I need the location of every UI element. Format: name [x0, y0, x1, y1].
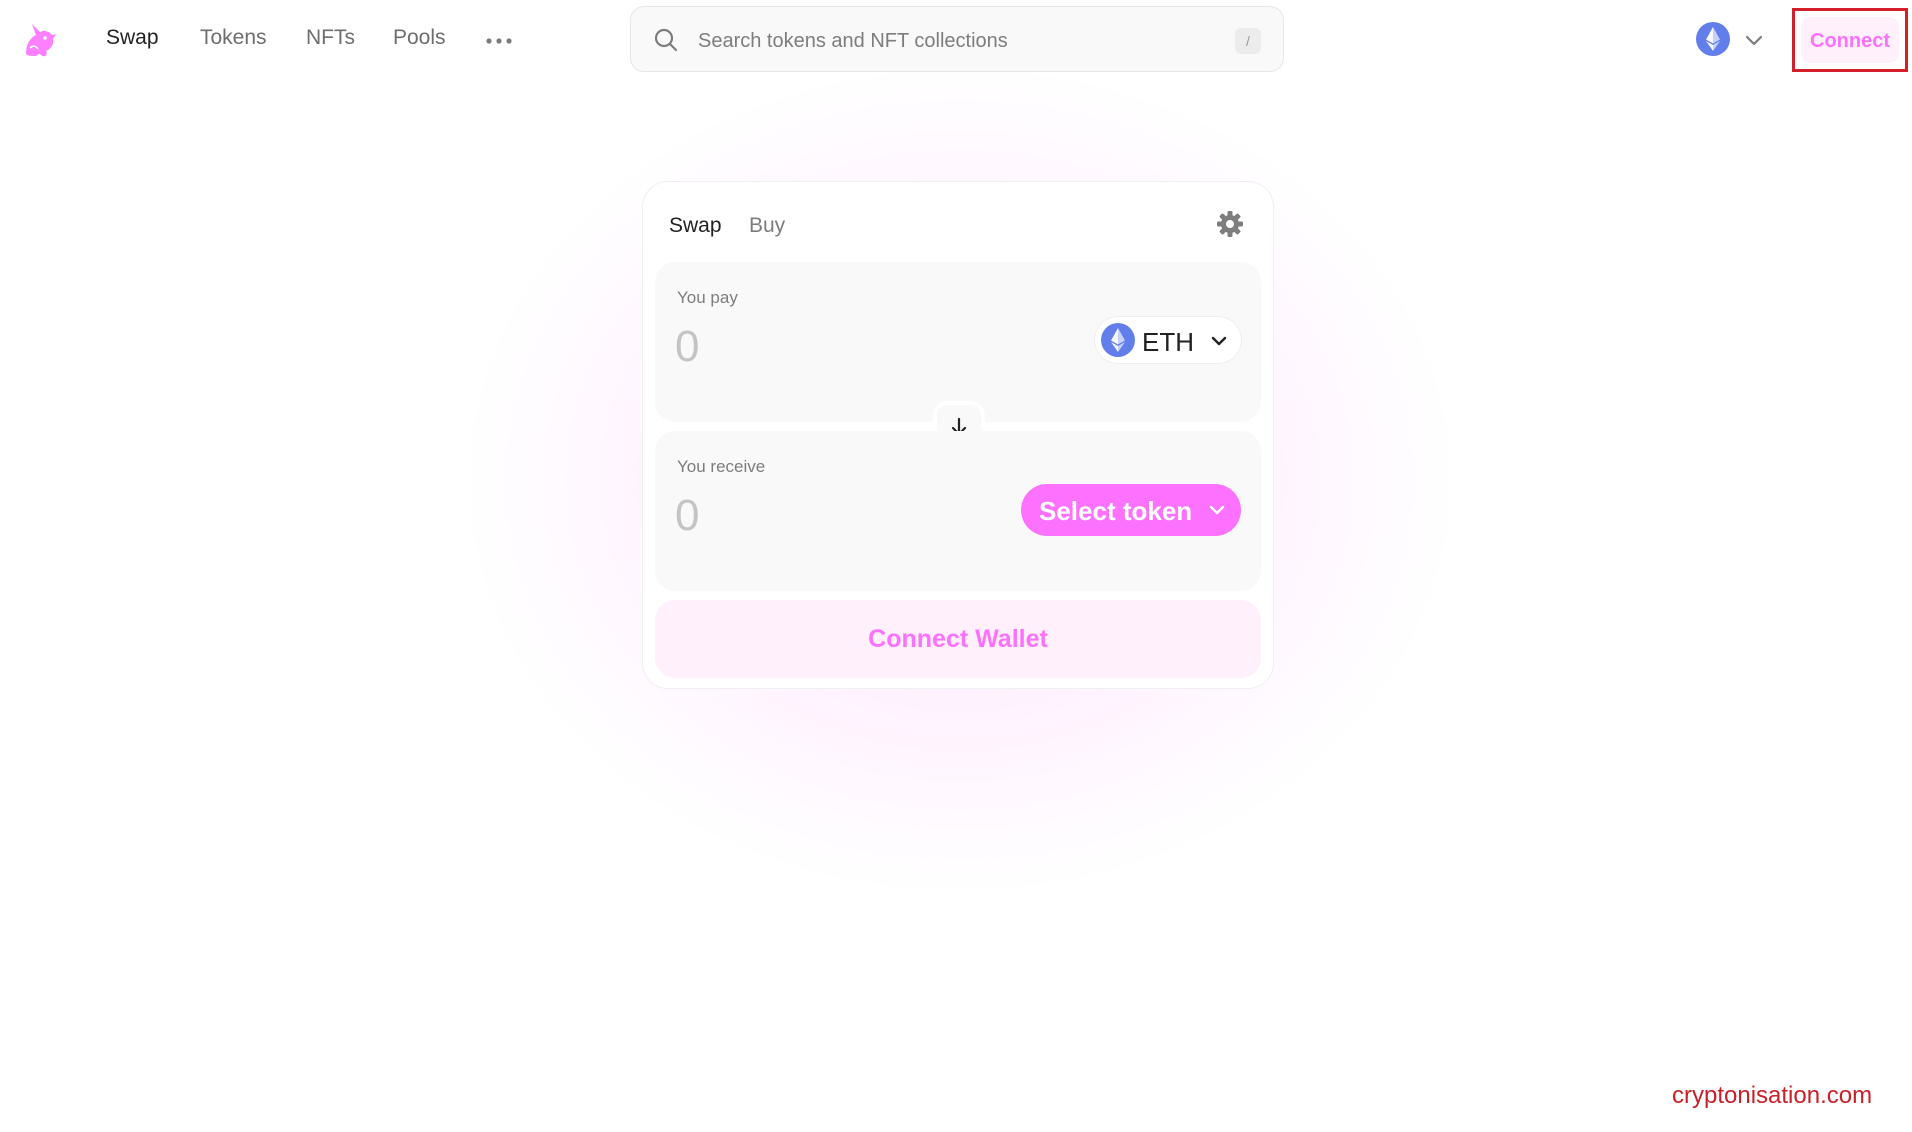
connect-wallet-label: Connect Wallet — [868, 625, 1048, 653]
nav-link-swap[interactable]: Swap — [106, 26, 159, 50]
connect-wallet-button[interactable]: Connect Wallet — [655, 600, 1261, 678]
search-icon — [653, 27, 679, 53]
ethereum-icon — [1101, 323, 1135, 357]
connect-button[interactable]: Connect — [1792, 8, 1908, 72]
tab-swap[interactable]: Swap — [669, 214, 722, 238]
gear-icon[interactable] — [1215, 209, 1245, 239]
receive-amount-input[interactable] — [675, 486, 975, 546]
nav-link-tokens[interactable]: Tokens — [200, 26, 267, 50]
ethereum-icon — [1696, 22, 1730, 56]
search-input[interactable] — [696, 21, 1200, 61]
pay-amount-input[interactable] — [675, 317, 975, 377]
nav-link-pools[interactable]: Pools — [393, 26, 446, 50]
uniswap-logo-icon[interactable] — [18, 18, 60, 60]
top-navbar: Swap Tokens NFTs Pools / — [0, 0, 1912, 80]
receive-label: You receive — [677, 457, 766, 476]
pay-token-symbol: ETH — [1142, 327, 1194, 357]
chevron-down-icon — [1207, 500, 1227, 520]
pay-token-selector[interactable]: ETH — [1095, 317, 1241, 363]
tab-buy[interactable]: Buy — [749, 214, 785, 238]
pay-label: You pay — [677, 288, 738, 307]
network-selector[interactable] — [1692, 18, 1770, 60]
receive-panel: You receive Select token — [655, 431, 1261, 591]
watermark-text: cryptonisation.com — [1672, 1082, 1873, 1109]
swap-card: Swap Buy You pay 0 ETH You receive 0 Sel… — [642, 181, 1274, 689]
pay-panel: You pay ETH — [655, 262, 1261, 422]
chevron-down-icon — [1209, 331, 1229, 351]
connect-button-label: Connect — [1810, 30, 1890, 52]
select-token-label: Select token — [1039, 496, 1193, 526]
more-dots-icon[interactable] — [485, 32, 513, 44]
search-bar[interactable]: / — [630, 6, 1284, 72]
select-token-button[interactable]: Select token — [1021, 484, 1241, 536]
nav-link-nfts[interactable]: NFTs — [306, 26, 355, 50]
search-shortcut-key: / — [1235, 28, 1261, 54]
chevron-down-icon — [1744, 30, 1764, 50]
